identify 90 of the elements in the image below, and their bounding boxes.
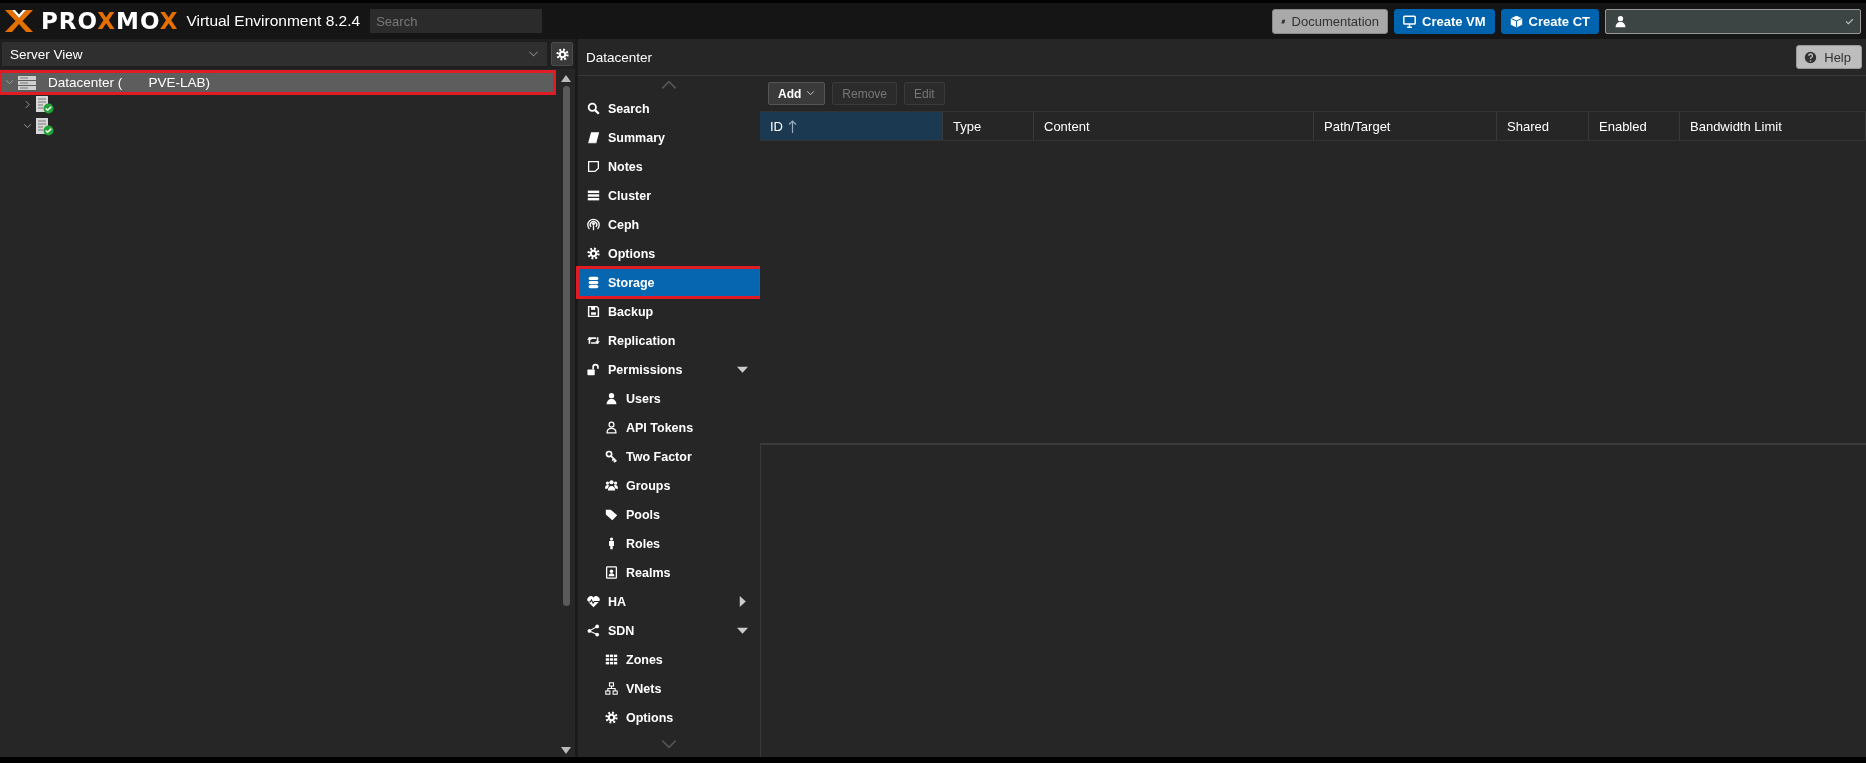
network-nodes-icon [587, 624, 600, 637]
logo-icon [5, 10, 33, 32]
nav-item[interactable]: Users [578, 384, 760, 413]
search-field[interactable]: Search [370, 9, 543, 33]
expand-arrow-icon[interactable] [737, 596, 748, 607]
user-outline-icon [605, 421, 618, 434]
nav-item[interactable]: Realms [578, 558, 760, 587]
column-header[interactable]: ID [760, 112, 943, 140]
column-header[interactable]: Content [1034, 112, 1314, 140]
nav-item[interactable]: Summary [578, 123, 760, 152]
check-icon [1845, 16, 1854, 26]
user-menu[interactable] [1605, 8, 1861, 34]
nav-item[interactable]: Groups [578, 471, 760, 500]
sitemap-icon [605, 682, 618, 695]
nav-item[interactable]: Search [578, 94, 760, 123]
toolbar-button[interactable]: Create CT [1500, 8, 1599, 34]
expand-arrow-icon[interactable] [737, 625, 748, 636]
gear-icon [605, 711, 618, 724]
toolbar-button[interactable]: Documentation [1272, 8, 1388, 34]
database-icon [587, 276, 600, 289]
user-group-icon [605, 479, 618, 492]
retweet-icon [587, 334, 600, 347]
nav-item[interactable]: VNets [578, 674, 760, 703]
tag-icon [605, 508, 618, 521]
toolbar-button[interactable]: Create VM [1394, 8, 1495, 34]
nav-item[interactable]: Cluster [578, 181, 760, 210]
server-node-icon [36, 95, 48, 112]
nav-item[interactable]: SDN [578, 616, 760, 645]
nav-item[interactable]: Storage [578, 268, 760, 297]
expander-icon[interactable] [23, 122, 32, 131]
note-icon [587, 160, 600, 173]
column-header-label: ID [770, 118, 783, 134]
nav-item[interactable]: Backup [578, 297, 760, 326]
column-header-label: Path/Target [1324, 118, 1391, 134]
help-icon [1804, 50, 1818, 64]
nav-item[interactable]: API Tokens [578, 413, 760, 442]
tree-item-label: Datacenter ( PVE-LAB) [48, 75, 211, 90]
settings-button[interactable] [551, 42, 573, 66]
tree-item[interactable]: Datacenter ( PVE-LAB) [0, 72, 554, 93]
column-header[interactable]: Bandwidth Limit [1680, 112, 1866, 140]
nav-item[interactable]: Permissions [578, 355, 760, 384]
toolbar-button[interactable]: Add [768, 82, 826, 105]
nav-item[interactable]: Pools [578, 500, 760, 529]
nav-item[interactable]: Options [578, 239, 760, 268]
column-header[interactable]: Shared [1497, 112, 1589, 140]
column-header[interactable]: Type [943, 112, 1034, 140]
nav-item[interactable]: Two Factor [578, 442, 760, 471]
nav-item[interactable]: Roles [578, 529, 760, 558]
cube-icon [1509, 14, 1523, 28]
gear-icon [587, 247, 600, 260]
column-header-label: Type [953, 118, 982, 134]
logo-wordmark: PROXMOX [41, 8, 179, 34]
column-header-label: Bandwidth Limit [1690, 118, 1782, 134]
expander-icon[interactable] [23, 100, 32, 109]
column-header[interactable]: Enabled [1589, 112, 1680, 140]
panel-title: Datacenter [586, 49, 653, 65]
column-header[interactable]: Path/Target [1314, 112, 1497, 140]
server-node-icon [36, 117, 48, 134]
key-icon [605, 450, 618, 463]
server-stack-icon [587, 189, 600, 202]
nav-item[interactable]: HA [578, 587, 760, 616]
view-selector[interactable]: Server View [2, 42, 547, 66]
user-icon [1614, 14, 1627, 28]
column-header-label: Shared [1507, 118, 1549, 134]
monitor-icon [1403, 14, 1416, 28]
scrollbar-thumb[interactable] [562, 86, 570, 606]
scroll-up-icon[interactable] [561, 74, 571, 82]
view-selector-label: Server View [10, 46, 83, 62]
column-header-label: Enabled [1599, 118, 1647, 134]
column-header-label: Content [1044, 118, 1090, 134]
caret-icon[interactable] [806, 89, 816, 98]
expand-arrow-icon[interactable] [737, 364, 748, 375]
help-button[interactable]: Help [1796, 45, 1862, 69]
nav-item[interactable]: Options [578, 703, 760, 732]
user-icon [605, 392, 618, 405]
scroll-down-icon[interactable] [561, 747, 571, 755]
nav-item[interactable]: Replication [578, 326, 760, 355]
nav-item[interactable]: Notes [578, 152, 760, 181]
gear-icon [555, 47, 569, 61]
sort-ascending-icon [788, 119, 797, 133]
search-icon [587, 102, 600, 115]
signal-icon [587, 218, 600, 231]
contact-card-icon [605, 566, 618, 579]
heartbeat-icon [587, 595, 600, 608]
grid-icon [605, 653, 618, 666]
nav-item[interactable]: Zones [578, 645, 760, 674]
product-version: Virtual Environment 8.2.4 [186, 12, 361, 30]
unlocked-padlock-icon [587, 363, 600, 376]
server-rack-icon [18, 75, 36, 90]
nav-item[interactable]: Ceph [578, 210, 760, 239]
